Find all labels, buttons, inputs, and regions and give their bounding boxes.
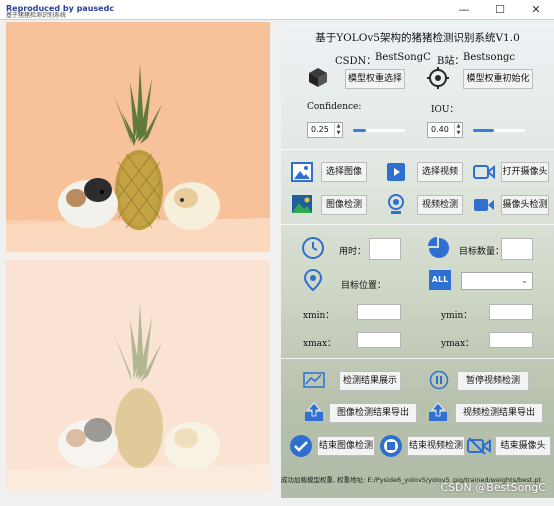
spin-arrows-icon[interactable]: ▲ ▼ [334, 123, 342, 137]
confidence-spinbox[interactable]: 0.25 ▲ ▼ [307, 122, 343, 138]
maximize-button[interactable]: ☐ [482, 0, 518, 20]
model-weight-select-button[interactable]: 模型权重选择 [345, 69, 405, 89]
ymin-label: ymin： [441, 311, 473, 321]
webcam-icon [388, 194, 404, 214]
image-display-panel [6, 22, 270, 494]
pause-video-detect-button[interactable]: 暂停视频检测 [457, 371, 529, 391]
stop-circle-icon [380, 435, 402, 457]
pineapple-guinea-pigs-image [6, 22, 270, 252]
image-icon [291, 162, 313, 182]
all-targets-icon: ALL [429, 270, 451, 290]
iou-value: 0.40 [431, 125, 449, 134]
app-heading: 基于YOLOv5架构的猪猪检测识别系统V1.0 [315, 32, 520, 44]
csdn-value: BestSongC [375, 52, 431, 63]
close-button[interactable]: ✕ [518, 0, 554, 20]
location-pin-icon [303, 268, 323, 292]
target-select-dropdown[interactable]: ⌄ [461, 272, 533, 290]
time-field [369, 238, 401, 260]
target-count-field [501, 238, 533, 260]
camera-icon [473, 164, 495, 180]
iou-spinbox[interactable]: 0.40 ▲ ▼ [427, 122, 463, 138]
open-camera-button[interactable]: 打开摄像头 [501, 162, 549, 182]
title-bar: Reproduced by pausedc 基于猪猪检测识别系统 — ☐ ✕ [0, 0, 554, 20]
confidence-slider[interactable] [353, 129, 405, 132]
chevron-down-icon: ⌄ [521, 276, 528, 285]
xmax-field [357, 332, 401, 348]
confidence-label: Confidence: [307, 102, 362, 112]
landscape-image-icon [292, 195, 312, 213]
select-video-button[interactable]: 选择视频 [417, 162, 463, 182]
confidence-slider-fill [353, 129, 366, 132]
result-image-view [6, 260, 270, 490]
camera-off-icon [467, 437, 491, 455]
select-image-button[interactable]: 选择图像 [321, 162, 367, 182]
image-detect-button[interactable]: 图像检测 [321, 195, 367, 215]
show-results-button[interactable]: 检测结果展示 [339, 371, 401, 391]
iou-slider-fill [473, 129, 494, 132]
bilibili-label: B站： [437, 56, 465, 67]
spin-arrows-icon[interactable]: ▲ ▼ [454, 123, 462, 137]
video-file-icon [387, 163, 405, 181]
divider [281, 358, 554, 359]
bilibili-value: Bestsongc [463, 52, 516, 63]
check-circle-icon [290, 435, 312, 457]
target-icon [427, 67, 449, 89]
xmin-field [357, 304, 401, 320]
source-image-view [6, 22, 270, 252]
csdn-label: CSDN： [335, 56, 377, 67]
camera-detect-button[interactable]: 摄像头检测 [501, 195, 549, 215]
xmin-label: xmin： [303, 311, 335, 321]
time-label: 用时： [339, 247, 367, 257]
minimize-button[interactable]: — [446, 0, 482, 20]
xmax-label: xmax： [303, 339, 337, 349]
window-subtitle: 基于猪猪检测识别系统 [6, 12, 67, 19]
pause-icon [429, 370, 449, 390]
end-camera-button[interactable]: 结束摄像头 [495, 436, 551, 456]
ymax-label: ymax： [441, 339, 475, 349]
export-video-results-button[interactable]: 视频检测结果导出 [455, 403, 543, 423]
divider [281, 224, 554, 225]
clock-icon [302, 237, 324, 259]
iou-slider[interactable] [473, 129, 525, 132]
target-position-label: 目标位置： [341, 281, 387, 291]
video-camera-icon [474, 199, 494, 211]
ymin-field [489, 304, 533, 320]
control-panel: 基于YOLOv5架构的猪猪检测识别系统V1.0 CSDN： BestSongC … [281, 22, 554, 498]
pie-chart-icon [428, 237, 449, 258]
ymax-field [489, 332, 533, 348]
end-image-detect-button[interactable]: 结束图像检测 [317, 436, 375, 456]
detection-result-image [6, 260, 270, 490]
video-detect-button[interactable]: 视频检测 [417, 195, 463, 215]
export-image-results-button[interactable]: 图像检测结果导出 [329, 403, 417, 423]
upload-icon [429, 402, 447, 421]
divider [281, 149, 554, 150]
cube-icon [309, 68, 327, 87]
model-weight-init-button[interactable]: 模型权重初始化 [463, 69, 533, 89]
confidence-value: 0.25 [311, 125, 329, 134]
end-video-detect-button[interactable]: 结束视频检测 [407, 436, 465, 456]
line-chart-icon [303, 372, 325, 388]
csdn-watermark: CSDN @BestSongC [440, 481, 546, 494]
target-count-label: 目标数量： [459, 247, 505, 257]
iou-label: IOU： [431, 105, 459, 115]
upload-icon [305, 402, 323, 421]
